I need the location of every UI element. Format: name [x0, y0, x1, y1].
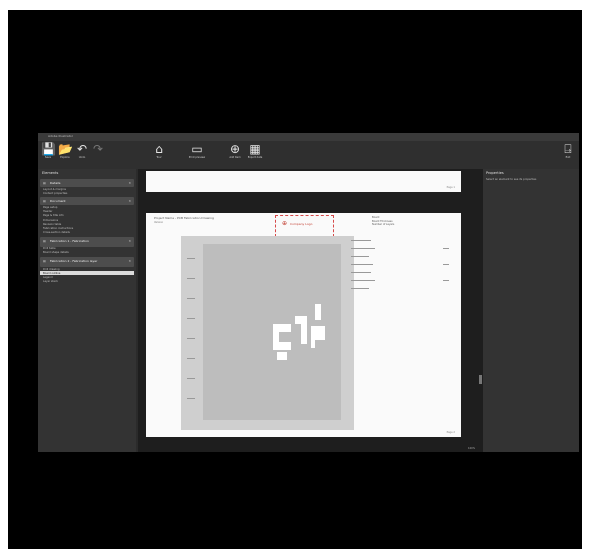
- export-icon: ▦: [249, 142, 261, 156]
- header-version: Version: [154, 221, 164, 224]
- group-fabrication-1: ▤ Fabrication 1 - Fabrication ✕ Drill ta…: [40, 236, 134, 255]
- group-title: Fabrication 1 - Fabrication: [50, 238, 89, 243]
- group-title: Document: [50, 199, 66, 204]
- group-header[interactable]: ▤ Document ✕: [40, 197, 134, 206]
- save-button[interactable]: 💾 Save: [41, 142, 56, 160]
- add-item-label: Add item: [229, 156, 241, 159]
- export-data-button[interactable]: ▦ Export data: [245, 142, 265, 160]
- chevron-icon: ✕: [128, 259, 131, 264]
- document-workspace[interactable]: Page 1 Project Name - PCB Fabrication Dr…: [138, 169, 483, 452]
- toolbar: 💾 Save 📂 Explore ↶ Undo ↷ ⌂ Tour ▭ Print…: [38, 141, 579, 169]
- undo-button[interactable]: ↶ Undo: [75, 142, 89, 160]
- table-area: [351, 238, 451, 308]
- undo-label: Undo: [78, 156, 86, 159]
- group-icon: ▤: [43, 199, 46, 204]
- header-title: Project Name - PCB Fabrication Drawing: [154, 216, 214, 220]
- scrollbar-thumb[interactable]: [479, 375, 482, 384]
- exit-button[interactable]: ⍈ Exit: [561, 142, 575, 160]
- fabrication-drawing[interactable]: [181, 236, 354, 430]
- preview-icon: ▭: [191, 142, 203, 156]
- logo-selection[interactable]: ⊕ Company Logo: [275, 215, 334, 237]
- group-details: ▤ Details ✕ Layout & margins Content pro…: [40, 179, 134, 195]
- logo-text: Company Logo: [290, 222, 313, 226]
- field-label: Number of Layers: [372, 223, 395, 226]
- print-preview-button[interactable]: ▭ Print preview: [182, 142, 212, 160]
- save-icon: 💾: [41, 142, 56, 156]
- group-title: Details: [50, 181, 61, 185]
- zoom-level: 100%: [468, 447, 476, 450]
- chevron-icon: ✕: [128, 238, 131, 243]
- title-bar: Adobe Illustrator: [38, 133, 579, 141]
- tour-button[interactable]: ⌂ Tour: [150, 142, 168, 160]
- exit-icon: ⍈: [564, 142, 572, 156]
- page-2[interactable]: Project Name - PCB Fabrication Drawing V…: [146, 213, 461, 437]
- group-header[interactable]: ▤ Fabrication 1 - Fabrication ✕: [40, 236, 134, 247]
- group-fabrication-2: ▤ Fabrication 2 - Fabrication layer ✕ Dr…: [40, 257, 134, 284]
- video-frame: Adobe Illustrator 💾 Save 📂 Explore ↶ Und…: [8, 10, 582, 549]
- group-title: Fabrication 2 - Fabrication layer: [50, 259, 98, 264]
- elements-panel: Elements ▤ Details ✕ Layout & margins Co…: [38, 169, 136, 452]
- add-item-button[interactable]: ⊕ Add item: [227, 142, 243, 160]
- app-window: Adobe Illustrator 💾 Save 📂 Explore ↶ Und…: [38, 133, 579, 452]
- properties-panel: Properties Select an element to see its …: [483, 169, 579, 452]
- explore-button[interactable]: 📂 Explore: [58, 142, 73, 160]
- dimension-scale: [187, 258, 195, 399]
- export-data-label: Export data: [247, 156, 263, 159]
- board-outline-graphic: [273, 304, 325, 360]
- elements-heading: Elements: [42, 171, 59, 175]
- chevron-icon: ✕: [128, 199, 131, 204]
- undo-icon: ↶: [76, 142, 88, 156]
- tour-label: Tour: [156, 156, 162, 159]
- redo-icon: ↷: [92, 142, 104, 156]
- group-icon: ▤: [43, 259, 46, 264]
- page-number: Page 1: [446, 186, 455, 189]
- window-title: Adobe Illustrator: [48, 134, 73, 138]
- info-fields: Board Board Thickness Number of Layers: [372, 216, 394, 227]
- logo-icon: ⊕: [282, 220, 288, 227]
- group-header[interactable]: ▤ Fabrication 2 - Fabrication layer ✕: [40, 257, 134, 268]
- properties-hint: Select an element to see its properties: [486, 178, 537, 181]
- copper-shape: [273, 304, 325, 360]
- page-1[interactable]: Page 1: [146, 171, 461, 192]
- save-label: Save: [44, 156, 52, 159]
- redo-button[interactable]: ↷: [92, 142, 104, 156]
- explore-label: Explore: [60, 156, 70, 159]
- group-icon: ▤: [43, 181, 46, 185]
- list-item[interactable]: Layer stack: [40, 280, 134, 284]
- chevron-icon: ✕: [128, 181, 131, 185]
- home-icon: ⌂: [155, 142, 163, 156]
- list-item[interactable]: Board shape details: [40, 251, 134, 255]
- group-icon: ▤: [43, 238, 46, 243]
- add-icon: ⊕: [229, 142, 241, 156]
- print-preview-label: Print preview: [188, 156, 206, 159]
- list-item[interactable]: Content properties: [40, 191, 134, 195]
- page-number: Page 2: [446, 431, 455, 434]
- group-document: ▤ Document ✕ Page setup Header Page & ti…: [40, 197, 134, 234]
- list-item[interactable]: Cross-section details: [40, 231, 134, 235]
- group-header[interactable]: ▤ Details ✕: [40, 179, 134, 187]
- board-area: [203, 244, 341, 420]
- properties-heading: Properties: [486, 171, 504, 175]
- folder-icon: 📂: [58, 142, 73, 156]
- exit-label: Exit: [565, 156, 571, 159]
